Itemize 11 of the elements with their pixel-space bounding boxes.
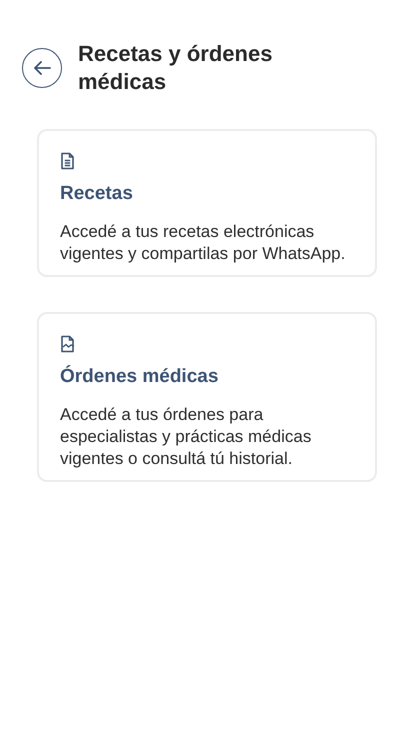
- back-arrow-icon: [33, 61, 51, 75]
- menu-card[interactable]: Recetas Accedé a tus recetas electrónicas vigentes y compartilas por WhatsApp.: [37, 129, 377, 277]
- card-title: Órdenes médicas: [60, 366, 218, 388]
- card-description: Accedé a tus recetas electrónicas vigentes y compartilas por WhatsApp.: [60, 221, 346, 265]
- card-title: Recetas: [60, 183, 133, 205]
- card-description: Accedé a tus órdenes para especialistas y prácticas médicas vigentes o consultá tú historial.: [60, 404, 312, 470]
- back-button[interactable]: [22, 48, 62, 88]
- page-title: Recetas y órdenes médicas: [78, 40, 274, 96]
- chart-document-icon: [60, 335, 75, 353]
- document-icon: [60, 152, 75, 170]
- menu-card[interactable]: Órdenes médicas Accedé a tus órdenes para especialistas y prácticas médicas vigentes o consultá tú historial.: [37, 312, 377, 482]
